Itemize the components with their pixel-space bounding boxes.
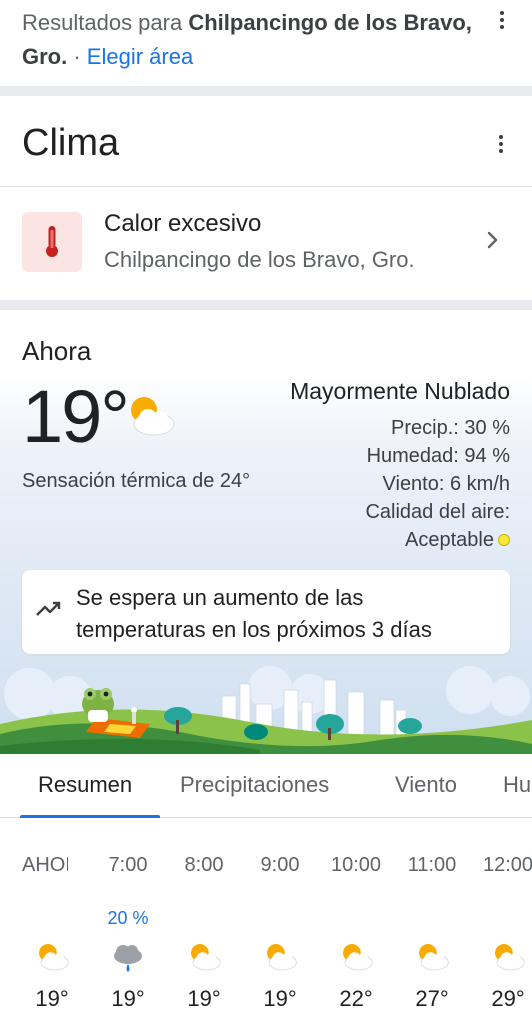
hour-temp: 19°: [35, 986, 69, 1011]
trending-up-icon: [36, 601, 61, 616]
clima-more-icon[interactable]: [489, 132, 513, 156]
trend-banner: Se espera un aumento de las temperaturas…: [22, 570, 510, 654]
partly-cloudy-icon: [419, 944, 449, 971]
chevron-right-icon: [487, 231, 498, 249]
tab-humedad[interactable]: Hu: [503, 772, 531, 798]
weather-card: Ahora 19° Sensación térmica de 24° Mayor…: [0, 310, 532, 1024]
weather-tabs: Resumen Precipitaciones Viento Hu: [0, 754, 532, 818]
hour-time: 8:00: [184, 854, 224, 876]
divider: [0, 186, 532, 187]
hour-temp: 29°: [491, 986, 525, 1011]
hour-time: AHORA: [22, 854, 68, 876]
air-quality-dot-icon: [498, 533, 510, 546]
air-quality-row: Aceptable: [365, 526, 510, 554]
hour-time: 11:00: [407, 854, 457, 876]
hour-temp: 27°: [415, 986, 449, 1011]
current-temperature: 19°: [22, 375, 130, 458]
weather-stats: Precip.: 30 % Humedad: 94 % Viento: 6 km…: [365, 414, 510, 554]
choose-area-link[interactable]: Elegir área: [87, 44, 193, 69]
alert-title: Calor excesivo: [104, 210, 262, 237]
results-separator: ·: [67, 44, 87, 69]
now-label: Ahora: [22, 336, 92, 366]
results-prefix: Resultados para: [22, 10, 189, 35]
partly-cloudy-icon: [39, 944, 69, 971]
tab-viento[interactable]: Viento: [395, 772, 457, 798]
hour-temp: 19°: [111, 986, 145, 1011]
air-quality-value: Aceptable: [405, 529, 494, 551]
partly-cloudy-icon: [495, 944, 525, 971]
tab-precipitaciones[interactable]: Precipitaciones: [180, 772, 329, 798]
results-text: Resultados para Chilpancingo de los Brav…: [22, 6, 482, 74]
thermometer-icon: [22, 212, 82, 272]
results-more-icon[interactable]: [490, 8, 514, 32]
hour-temp: 19°: [187, 986, 221, 1011]
hour-time: 9:00: [260, 854, 300, 876]
hour-precip: 20 %: [107, 908, 149, 928]
results-header: Resultados para Chilpancingo de los Brav…: [0, 0, 532, 86]
wind-stat: Viento: 6 km/h: [382, 473, 510, 495]
partly-cloudy-icon: [191, 944, 221, 971]
precip-stat: Precip.: 30 %: [391, 417, 510, 439]
partly-cloudy-icon: [131, 397, 175, 436]
hour-time: 7:00: [108, 854, 148, 876]
hour-temp: 19°: [263, 986, 297, 1011]
hourly-forecast: AHORA 19° 7:00 20 % 19° 8:00: [0, 818, 532, 1024]
weather-illustration: [0, 666, 532, 754]
alert-location: Chilpancingo de los Bravo, Gro.: [104, 247, 415, 272]
clima-title: Clima: [22, 122, 120, 164]
rain-cloud-icon: [114, 945, 142, 972]
hour-time: 10:00: [330, 854, 382, 876]
hour-temp: 22°: [339, 986, 373, 1011]
partly-cloudy-icon: [267, 944, 297, 971]
condition-text: Mayormente Nublado: [290, 378, 510, 404]
hour-time: 12:00: [482, 854, 532, 876]
partly-cloudy-icon: [343, 944, 373, 971]
trend-text: Se espera un aumento de las temperaturas…: [76, 585, 432, 642]
clima-card: Clima Calor excesivo Chilpancingo de los…: [0, 96, 532, 300]
tab-resumen[interactable]: Resumen: [38, 772, 132, 798]
humidity-stat: Humedad: 94 %: [366, 445, 510, 467]
air-quality-label: Calidad del aire:: [365, 501, 510, 523]
feels-like: Sensación térmica de 24°: [22, 470, 251, 492]
